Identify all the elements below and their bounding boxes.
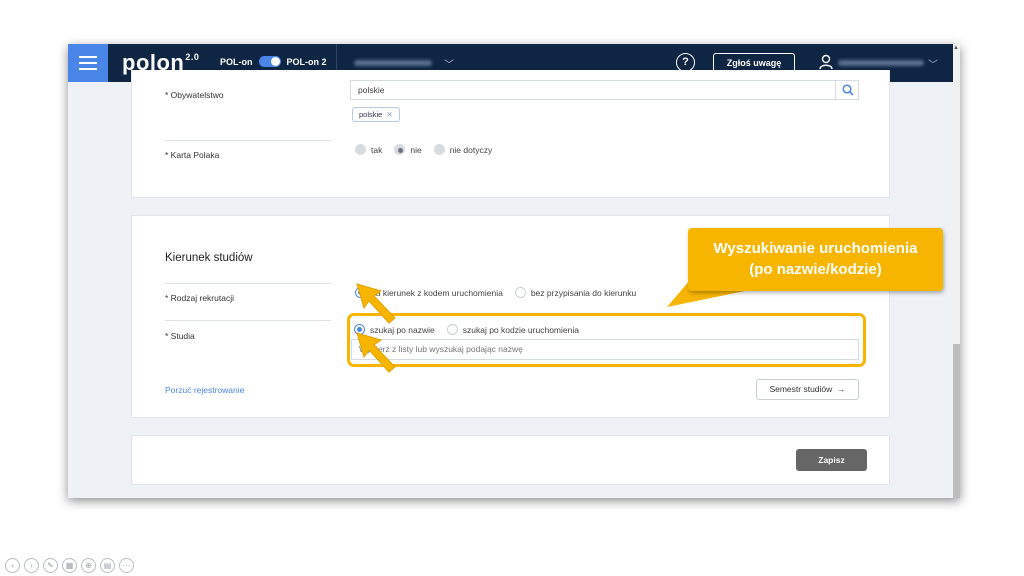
radio-nie-dotyczy[interactable]: [433, 144, 445, 155]
chip-label: polskie: [359, 110, 383, 119]
radio-nie[interactable]: [394, 144, 406, 155]
previous-icon[interactable]: ‹: [5, 558, 20, 573]
more-icon[interactable]: ⋯: [119, 558, 134, 573]
abandon-registration-link[interactable]: Porzuć rejestrowanie: [165, 385, 244, 395]
radio-without-field[interactable]: [514, 287, 526, 298]
switch-right-label: POL-on 2: [286, 56, 327, 67]
scrollbar[interactable]: ▲: [953, 44, 960, 498]
citizenship-chip[interactable]: polskie ✕: [352, 107, 400, 122]
save-button[interactable]: Zapisz: [796, 449, 867, 471]
user-name[interactable]: [838, 60, 924, 66]
section-title: Kierunek studiów: [165, 252, 253, 264]
next-icon[interactable]: ›: [24, 558, 39, 573]
scroll-thumb[interactable]: [953, 344, 960, 498]
user-icon[interactable]: [819, 54, 833, 70]
search-icon[interactable]: [835, 80, 859, 100]
institution-selector[interactable]: [354, 60, 432, 66]
next-semester-button[interactable]: Semestr studiów →: [756, 379, 859, 400]
radio-nie-label: nie: [410, 144, 422, 155]
save-card: Zapisz: [131, 435, 890, 485]
subtitles-icon[interactable]: ▤: [100, 558, 115, 573]
scroll-up-icon[interactable]: ▲: [953, 45, 959, 51]
presentation-toolbar: ‹ › ✎ ▦ ⊕ ▤ ⋯: [5, 558, 134, 573]
chevron-down-icon[interactable]: ﹀: [928, 56, 938, 71]
radio-nie-dotyczy-label: nie dotyczy: [449, 144, 493, 155]
slides-icon[interactable]: ▦: [62, 558, 77, 573]
citizenship-label: * Obywatelstwo: [165, 90, 224, 100]
karta-polaka-label: * Karta Polaka: [165, 150, 220, 160]
studies-label: * Studia: [165, 331, 195, 341]
radio-tak-label: tak: [371, 144, 383, 155]
switch-left-label: POL-on: [220, 56, 253, 67]
arrow-right-icon: →: [837, 384, 846, 394]
personal-data-card: * Obywatelstwo polskie polskie ✕ * Karta …: [131, 70, 890, 198]
callout-tooltip: Wyszukiwanie uruchomienia (po nazwie/kod…: [688, 228, 943, 291]
pen-icon[interactable]: ✎: [43, 558, 58, 573]
chevron-down-icon[interactable]: ﹀: [444, 56, 454, 71]
pointer-arrow-icon: [356, 283, 396, 324]
callout-line1: Wyszukiwanie uruchomienia: [713, 240, 918, 257]
highlight-box: [347, 313, 866, 367]
callout-line2: (po nazwie/kodzie): [749, 261, 882, 278]
zoom-icon[interactable]: ⊕: [81, 558, 96, 573]
next-semester-label: Semestr studiów: [769, 384, 833, 394]
citizenship-input[interactable]: polskie: [350, 80, 859, 100]
pointer-arrow-icon: [356, 332, 396, 373]
hamburger-menu-button[interactable]: [68, 44, 108, 82]
recruitment-type-label: * Rodzaj rekrutacji: [165, 293, 234, 303]
radio-tak[interactable]: [355, 144, 366, 155]
radio-without-field-label: bez przypisania do kierunku: [530, 287, 637, 298]
close-icon[interactable]: ✕: [386, 110, 392, 119]
system-switch: POL-on POL-on 2: [220, 56, 327, 67]
karta-polaka-radio-group: tak nie nie dotyczy: [355, 144, 504, 155]
system-toggle[interactable]: [258, 56, 281, 67]
